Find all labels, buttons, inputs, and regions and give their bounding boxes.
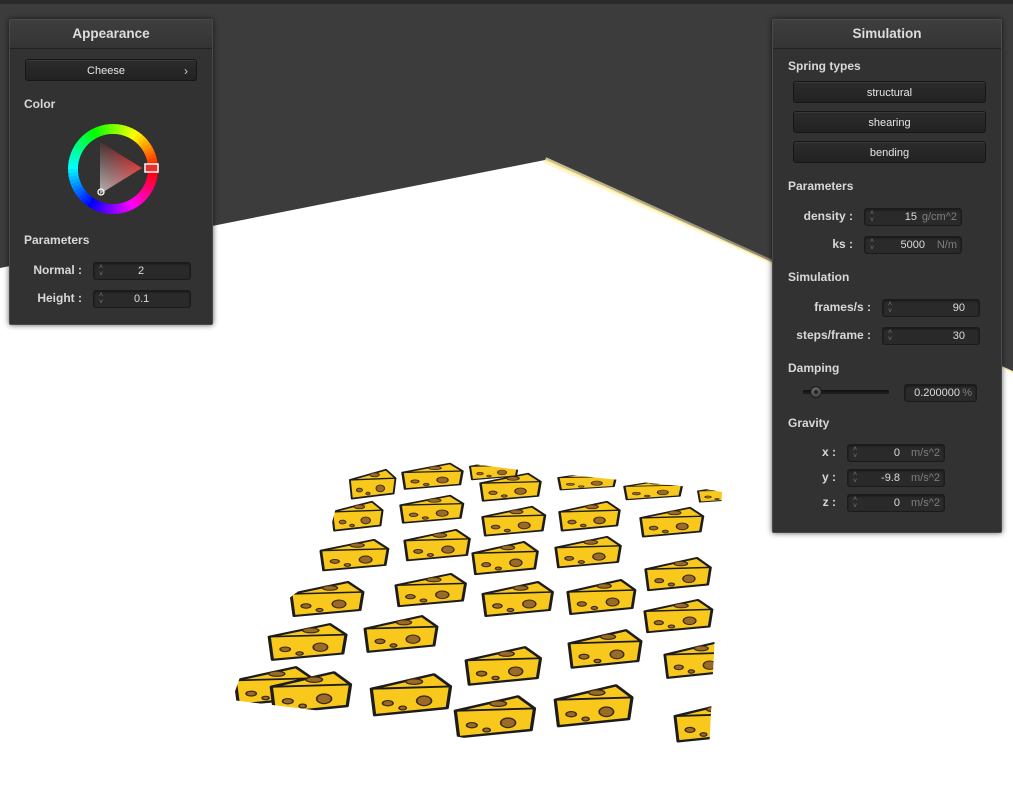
spinner-arrows-icon[interactable]: ˄ ˅ bbox=[97, 292, 105, 306]
appearance-panel: Appearance Cheese › Color Parameters Nor… bbox=[9, 19, 213, 325]
steps-per-frame-value: 30 bbox=[952, 330, 965, 342]
shearing-spring-button[interactable]: shearing bbox=[793, 111, 986, 133]
ks-value: 5000 bbox=[900, 239, 925, 251]
fps-label: frames/s : bbox=[814, 300, 871, 314]
fps-value: 90 bbox=[952, 302, 965, 314]
gravity-y-value: -9.8 bbox=[881, 472, 900, 484]
simulation-section-label: Simulation bbox=[788, 270, 850, 284]
height-value: 0.1 bbox=[134, 293, 150, 305]
gravity-z-value: 0 bbox=[893, 497, 900, 509]
fps-input[interactable]: ˄ ˅ 90 bbox=[882, 299, 980, 317]
steps-per-frame-label: steps/frame : bbox=[796, 328, 871, 342]
spinner-arrows-icon[interactable]: ˄ ˅ bbox=[868, 238, 876, 252]
spinner-arrows-icon[interactable]: ˄ ˅ bbox=[851, 446, 859, 460]
shader-select-label: Cheese bbox=[87, 65, 125, 77]
gravity-z-label: z : bbox=[822, 495, 836, 509]
bending-spring-button[interactable]: bending bbox=[793, 141, 986, 163]
gravity-y-input[interactable]: ˄ ˅ -9.8 m/s^2 bbox=[847, 469, 945, 487]
gravity-x-unit: m/s^2 bbox=[911, 447, 940, 459]
simulation-parameters-label: Parameters bbox=[788, 179, 854, 193]
appearance-parameters-label: Parameters bbox=[24, 233, 90, 247]
damping-label: Damping bbox=[788, 361, 840, 375]
spinner-arrows-icon[interactable]: ˄ ˅ bbox=[886, 301, 894, 315]
gravity-z-unit: m/s^2 bbox=[911, 497, 940, 509]
damping-unit: % bbox=[962, 387, 972, 399]
simulation-panel: Simulation Spring types structural shear… bbox=[772, 19, 1002, 533]
shader-select-button[interactable]: Cheese › bbox=[25, 59, 197, 81]
spinner-arrows-icon[interactable]: ˄ ˅ bbox=[851, 471, 859, 485]
color-wheel-icon bbox=[68, 124, 159, 214]
gravity-y-unit: m/s^2 bbox=[911, 472, 940, 484]
gravity-y-label: y : bbox=[821, 470, 836, 484]
density-input[interactable]: ˄ ˅ 15 g/cm^2 bbox=[864, 208, 962, 226]
height-label: Height : bbox=[37, 291, 82, 305]
ks-unit: N/m bbox=[936, 239, 957, 251]
gravity-label: Gravity bbox=[788, 416, 830, 430]
simulation-panel-title: Simulation bbox=[773, 20, 1001, 49]
appearance-panel-title: Appearance bbox=[10, 20, 212, 49]
density-unit: g/cm^2 bbox=[921, 211, 957, 223]
gravity-x-input[interactable]: ˄ ˅ 0 m/s^2 bbox=[847, 444, 945, 462]
damping-slider-handle[interactable] bbox=[810, 386, 823, 398]
structural-spring-button[interactable]: structural bbox=[793, 81, 986, 103]
damping-input[interactable]: 0.200000 % bbox=[904, 384, 977, 402]
color-section-label: Color bbox=[24, 97, 56, 111]
steps-per-frame-input[interactable]: ˄ ˅ 30 bbox=[882, 327, 980, 345]
spinner-arrows-icon[interactable]: ˄ ˅ bbox=[886, 329, 894, 343]
gravity-x-value: 0 bbox=[893, 447, 900, 459]
damping-value: 0.200000 bbox=[914, 387, 960, 399]
gravity-x-label: x : bbox=[821, 445, 836, 459]
spring-types-label: Spring types bbox=[788, 59, 861, 73]
normal-value: 2 bbox=[138, 265, 145, 277]
density-value: 15 bbox=[904, 211, 917, 223]
chevron-right-icon: › bbox=[184, 64, 188, 78]
ks-input[interactable]: ˄ ˅ 5000 N/m bbox=[864, 236, 962, 254]
density-label: density : bbox=[803, 209, 853, 223]
normal-input[interactable]: ˄ ˅ 2 bbox=[93, 262, 191, 280]
spinner-arrows-icon[interactable]: ˄ ˅ bbox=[868, 210, 876, 224]
height-input[interactable]: ˄ ˅ 0.1 bbox=[93, 290, 191, 308]
normal-label: Normal : bbox=[33, 263, 82, 277]
color-wheel-picker[interactable] bbox=[67, 123, 159, 215]
spinner-arrows-icon[interactable]: ˄ ˅ bbox=[851, 496, 859, 510]
gravity-z-input[interactable]: ˄ ˅ 0 m/s^2 bbox=[847, 494, 945, 512]
spinner-arrows-icon[interactable]: ˄ ˅ bbox=[97, 264, 105, 278]
ks-label: ks : bbox=[832, 237, 853, 251]
